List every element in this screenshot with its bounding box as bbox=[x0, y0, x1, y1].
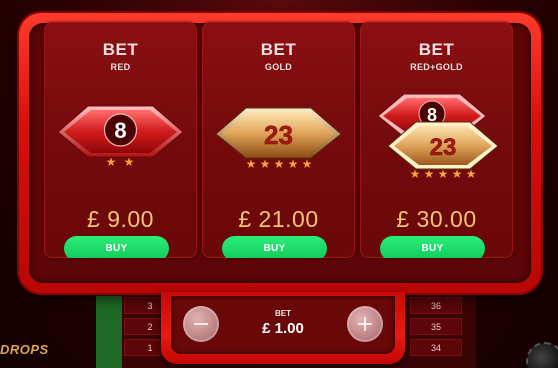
background-table-cell: 35 bbox=[410, 318, 462, 335]
offer-price: £ 9.00 bbox=[87, 206, 154, 232]
background-table-cell: 36 bbox=[410, 297, 462, 314]
red-gold-number-badge-icon: 8 23 ★ ★ ★ ★ ★ bbox=[377, 93, 499, 181]
svg-text:★: ★ bbox=[438, 167, 449, 181]
buy-gold-button[interactable]: BUY bbox=[222, 236, 327, 258]
svg-text:★: ★ bbox=[424, 167, 435, 181]
stake-selector: BET £ 1.00 bbox=[161, 292, 405, 364]
svg-text:★: ★ bbox=[106, 155, 117, 169]
offer-card-red-gold: BET RED+GOLD 8 23 ★ ★ ★ ★ ★ £ 30.00 BUY bbox=[360, 22, 513, 258]
background-chip bbox=[526, 342, 558, 368]
offer-card-red: BET RED 8 ★ ★ £ 9.00 BUY bbox=[44, 22, 197, 258]
svg-text:★: ★ bbox=[302, 157, 313, 171]
svg-text:★: ★ bbox=[452, 167, 463, 181]
plus-icon bbox=[358, 317, 372, 331]
badge-number: 23 bbox=[264, 120, 293, 150]
background-table-cell: 34 bbox=[410, 339, 462, 356]
red-number-badge-icon: 8 ★ ★ bbox=[57, 105, 184, 169]
buy-red-gold-button[interactable]: BUY bbox=[380, 236, 485, 258]
svg-text:★: ★ bbox=[466, 167, 477, 181]
stake-selector-inner: BET £ 1.00 bbox=[171, 296, 395, 354]
buy-red-button[interactable]: BUY bbox=[64, 236, 169, 258]
badge-number: 23 bbox=[430, 134, 457, 161]
badge-number: 8 bbox=[114, 118, 126, 143]
offer-price: £ 30.00 bbox=[396, 206, 477, 232]
game-scene: 3 2 1 36 35 34 DROPS BET RED 8 ★ ★ £ 9.0… bbox=[0, 0, 558, 368]
svg-text:★: ★ bbox=[410, 167, 421, 181]
svg-text:★: ★ bbox=[246, 157, 257, 171]
background-game-logo: DROPS bbox=[0, 342, 49, 357]
offer-price: £ 21.00 bbox=[238, 206, 319, 232]
offer-card-gold: BET GOLD 23 ★ ★ ★ ★ ★ £ 21.00 BUY bbox=[202, 22, 355, 258]
increase-stake-button[interactable] bbox=[347, 306, 383, 342]
background-zero-cell bbox=[96, 296, 122, 368]
svg-text:★: ★ bbox=[288, 157, 299, 171]
gold-number-badge-icon: 23 ★ ★ ★ ★ ★ bbox=[215, 107, 342, 171]
svg-text:★: ★ bbox=[274, 157, 285, 171]
svg-text:★: ★ bbox=[124, 155, 135, 169]
svg-text:★: ★ bbox=[260, 157, 271, 171]
